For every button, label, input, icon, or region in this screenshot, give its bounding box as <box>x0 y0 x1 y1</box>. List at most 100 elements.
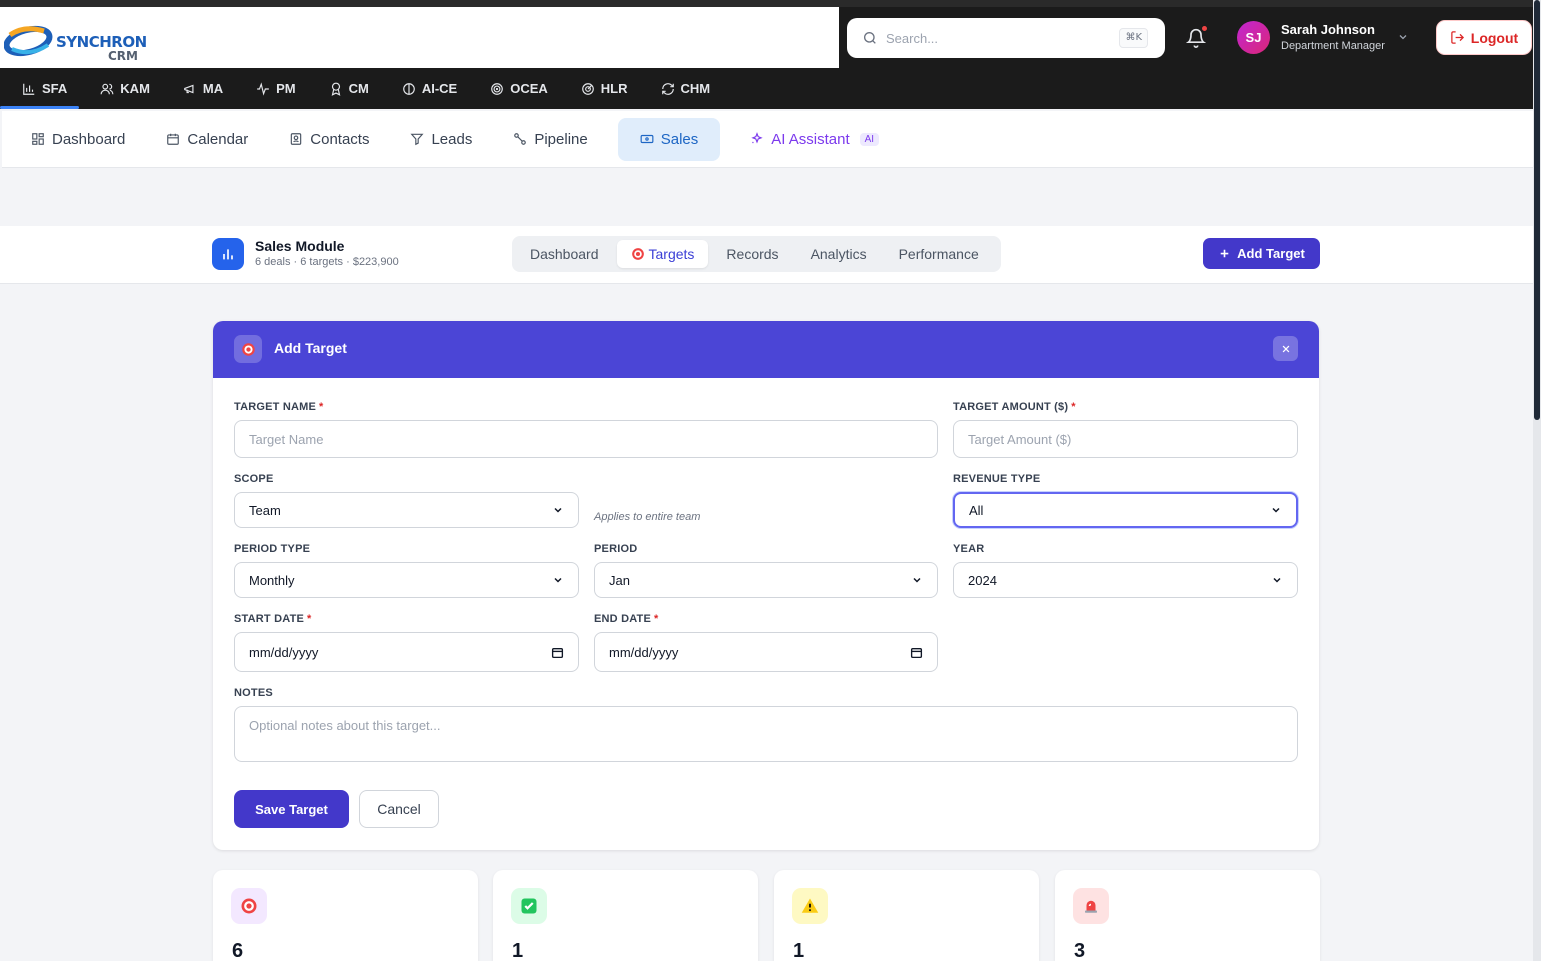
tab-analytics[interactable]: Analytics <box>797 240 881 268</box>
target-icon <box>491 82 504 95</box>
save-target-button[interactable]: Save Target <box>234 790 349 828</box>
cancel-button[interactable]: Cancel <box>359 790 439 828</box>
tab-records[interactable]: Records <box>712 240 792 268</box>
start-date-input[interactable]: mm/dd/yyyy <box>234 632 579 672</box>
module-tab-label: CHM <box>680 81 711 96</box>
nav-contacts[interactable]: Contacts <box>278 118 380 161</box>
chevron-down-icon[interactable] <box>1397 31 1409 43</box>
period-type-select[interactable]: Monthly <box>234 562 579 598</box>
scope-hint: Applies to entire team <box>594 511 701 523</box>
revenue-type-select[interactable]: All <box>953 492 1298 528</box>
target-amount-label: TARGET AMOUNT ($) * <box>953 401 1076 413</box>
award-icon <box>331 82 340 96</box>
notifications-button[interactable] <box>1185 25 1208 48</box>
nav-label: AI Assistant <box>771 130 850 148</box>
activity-icon <box>257 81 269 96</box>
module-tab-chm[interactable]: CHM <box>649 68 723 109</box>
avatar[interactable]: SJ <box>1237 21 1270 54</box>
siren-icon <box>1085 900 1097 913</box>
year-select[interactable]: 2024 <box>953 562 1298 598</box>
module-tab-ai-ce[interactable]: AI-CE <box>390 68 469 109</box>
notes-label: NOTES <box>234 687 273 699</box>
stat-icon-bg <box>792 888 828 924</box>
module-tab-sfa[interactable]: SFA <box>0 68 80 109</box>
logout-button[interactable]: Logout <box>1436 20 1532 55</box>
tab-label: Analytics <box>810 246 867 262</box>
stat-card-achieved: 1 <box>493 870 758 961</box>
end-date-input[interactable]: mm/dd/yyyy <box>594 632 938 672</box>
user-role: Department Manager <box>1281 40 1385 52</box>
nav-label: Pipeline <box>534 130 588 148</box>
notes-textarea[interactable]: Optional notes about this target... <box>234 706 1298 762</box>
module-tab-label: HLR <box>600 81 628 96</box>
tab-targets[interactable]: Targets <box>616 240 709 268</box>
top-bar: SYNCHRON CRM Search... ⌘K SJ Sarah Johns… <box>0 0 1533 109</box>
period-type-label: PERIOD TYPE <box>234 543 311 555</box>
module-tab-hlr[interactable]: HLR <box>569 68 640 109</box>
required-marker: * <box>1071 401 1076 413</box>
ai-badge: AI <box>859 132 880 146</box>
scope-select[interactable]: Team <box>234 492 579 528</box>
target-amount-input[interactable]: Target Amount ($) <box>953 420 1298 458</box>
check-icon <box>521 898 537 914</box>
bar-chart-icon <box>223 249 233 260</box>
stat-card-behind: 3 <box>1055 870 1320 961</box>
required-marker: * <box>654 613 659 625</box>
tab-label: Records <box>726 246 779 262</box>
tab-performance[interactable]: Performance <box>885 240 993 268</box>
target-name-input[interactable]: Target Name <box>234 420 938 458</box>
module-tab-label: MA <box>202 81 224 96</box>
refresh-icon <box>661 82 674 95</box>
nav-calendar[interactable]: Calendar <box>155 118 259 161</box>
chevron-down-icon <box>913 577 921 583</box>
logout-label: Logout <box>1470 29 1519 46</box>
scrollbar-thumb[interactable] <box>1534 0 1540 420</box>
module-tab-label: PM <box>276 81 296 96</box>
close-button[interactable] <box>1273 336 1298 361</box>
global-search[interactable]: Search... ⌘K <box>847 18 1165 58</box>
module-tab-kam[interactable]: KAM <box>88 68 162 109</box>
module-tab-cm[interactable]: CM <box>317 68 381 109</box>
synchron-logo[interactable]: SYNCHRON CRM <box>3 21 147 65</box>
brain-icon <box>403 82 415 95</box>
add-target-form: Add Target TARGET NAME * Target Name TARG… <box>213 321 1319 850</box>
page-scrollbar[interactable] <box>1533 0 1541 961</box>
nav-label: Dashboard <box>52 130 126 148</box>
module-tab-ma[interactable]: MA <box>171 68 235 109</box>
scope-value: Team <box>249 502 281 518</box>
stat-card-at-risk: 1 <box>774 870 1039 961</box>
filter-icon <box>410 133 425 146</box>
bar-chart-icon <box>23 83 35 95</box>
end-date-label: END DATE * <box>594 613 659 625</box>
period-label: PERIOD <box>594 543 638 555</box>
nav-label: Contacts <box>310 130 370 148</box>
warning-icon <box>801 898 819 913</box>
stat-icon-bg <box>511 888 547 924</box>
nav-dashboard[interactable]: Dashboard <box>20 118 136 161</box>
label-text: START DATE <box>234 613 305 625</box>
search-icon <box>864 32 876 44</box>
nav-ai-assistant[interactable]: AI Assistant AI <box>739 118 890 161</box>
notification-dot <box>1201 25 1208 32</box>
calendar-icon[interactable] <box>910 646 923 659</box>
revenue-type-value: All <box>969 502 984 518</box>
target-icon <box>631 248 644 260</box>
spacer-band <box>0 168 1533 226</box>
module-tab-ocea[interactable]: OCEA <box>478 68 560 109</box>
nav-sales[interactable]: Sales <box>617 117 721 161</box>
tab-dashboard[interactable]: Dashboard <box>516 240 613 268</box>
nav-leads[interactable]: Leads <box>399 118 483 161</box>
tab-label: Targets <box>648 246 695 262</box>
logo-subtext: CRM <box>108 49 138 63</box>
add-target-button[interactable]: Add Target <box>1203 238 1320 269</box>
calendar-icon[interactable] <box>551 646 564 659</box>
module-tabs: Dashboard Targets Records Analytics Perf… <box>512 236 1001 272</box>
user-name[interactable]: Sarah Johnson <box>1281 22 1375 37</box>
label-text: TARGET AMOUNT ($) <box>953 401 1069 413</box>
form-title: Add Target <box>274 340 347 356</box>
period-select[interactable]: Jan <box>594 562 938 598</box>
nav-pipeline[interactable]: Pipeline <box>502 118 598 161</box>
chevron-down-icon <box>1273 577 1281 583</box>
module-tab-pm[interactable]: PM <box>244 68 308 109</box>
megaphone-icon <box>184 84 194 93</box>
